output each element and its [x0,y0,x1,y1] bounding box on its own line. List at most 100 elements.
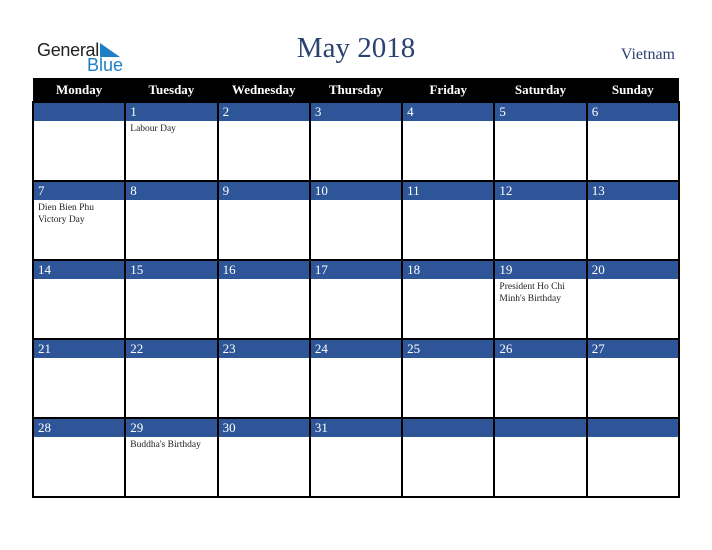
calendar-grid: Monday Tuesday Wednesday Thursday Friday Satu… [31,78,681,498]
holiday-label [495,358,585,362]
day-cell[interactable]: 30 [216,417,311,498]
holiday-label: Labour Day [130,124,176,134]
holiday-label [311,121,401,125]
holiday-label [126,358,216,362]
day-cell[interactable] [31,101,127,182]
day-cell[interactable]: 13 [585,180,681,261]
day-cell[interactable] [401,417,496,498]
day-cell[interactable]: 9 [216,180,311,261]
holiday-label [311,437,401,441]
day-cell[interactable]: 31 [308,417,404,498]
week-row: 28 29 Buddha's Birthday 30 31 [31,417,681,498]
holiday-label [126,279,216,283]
day-cell[interactable]: 23 [216,338,311,419]
day-number: 21 [34,340,125,358]
day-cell[interactable]: 25 [401,338,496,419]
holiday-label [403,200,493,204]
day-cell[interactable]: 27 [585,338,681,419]
day-number: 24 [310,340,402,358]
weekday-header: Saturday [494,78,587,102]
country-label: Vietnam [620,46,675,63]
day-number: 16 [218,261,309,279]
day-cell[interactable]: 19 President Ho Chi Minh's Birthday [493,259,588,340]
holiday-label [34,437,124,441]
holiday-label [126,200,216,204]
week-row: 7 Dien Bien Phu Victory Day 8 9 10 11 12 13 [31,180,681,261]
holiday-label [34,279,124,283]
day-cell[interactable]: 1 Labour Day [124,101,219,182]
day-number: 22 [126,340,217,358]
day-cell[interactable]: 8 [124,180,219,261]
day-number [587,419,678,437]
day-number: 8 [126,182,217,200]
day-cell[interactable]: 16 [216,259,311,340]
day-cell[interactable] [493,417,588,498]
holiday-label [403,279,493,283]
day-cell[interactable]: 28 [31,417,127,498]
day-cell[interactable]: 10 [308,180,404,261]
holiday-label [219,279,309,283]
weekday-header: Monday [33,78,126,102]
day-cell[interactable]: 11 [401,180,496,261]
day-cell[interactable]: 20 [585,259,681,340]
holiday-label: Dien Bien Phu Victory Day [38,203,94,225]
holiday-label [403,358,493,362]
day-number: 17 [310,261,402,279]
holiday-label [588,358,678,362]
day-cell[interactable]: 29 Buddha's Birthday [124,417,219,498]
holiday-label [495,200,585,204]
week-row: 21 22 23 24 25 26 27 [31,338,681,419]
day-number [495,419,586,437]
week-row: 14 15 16 17 18 19 President Ho Chi Minh's Birt… [31,259,681,340]
day-cell[interactable]: 14 [31,259,127,340]
day-cell[interactable] [585,417,681,498]
holiday-label [219,121,309,125]
holiday-label [588,121,678,125]
day-number: 3 [310,103,402,121]
holiday-label [219,200,309,204]
day-cell[interactable]: 22 [124,338,219,419]
day-number: 9 [218,182,309,200]
day-cell[interactable]: 3 [308,101,404,182]
day-cell[interactable]: 21 [31,338,127,419]
holiday-label [403,121,493,125]
week-row: 1 Labour Day 2 3 4 5 6 [31,101,681,182]
day-number: 30 [218,419,309,437]
holiday-label [34,358,124,362]
holiday-label [311,200,401,204]
holiday-label [495,437,585,441]
day-cell[interactable]: 26 [493,338,588,419]
holiday-label [495,121,585,125]
day-number: 13 [587,182,678,200]
day-number [403,419,494,437]
day-cell[interactable]: 5 [493,101,588,182]
day-cell[interactable]: 2 [216,101,311,182]
day-number: 18 [403,261,494,279]
day-number: 1 [126,103,217,121]
day-number: 5 [495,103,586,121]
holiday-label: Buddha's Birthday [130,440,201,450]
day-number: 4 [403,103,494,121]
day-number: 19 [495,261,586,279]
day-cell[interactable]: 12 [493,180,588,261]
day-number: 26 [495,340,586,358]
day-number: 28 [34,419,125,437]
day-number: 23 [218,340,309,358]
day-cell[interactable]: 4 [401,101,496,182]
holiday-label [588,200,678,204]
day-number: 2 [218,103,309,121]
day-cell[interactable]: 18 [401,259,496,340]
holiday-label [403,437,493,441]
day-cell[interactable]: 6 [585,101,681,182]
day-number: 31 [310,419,402,437]
day-cell[interactable]: 15 [124,259,219,340]
day-cell[interactable]: 7 Dien Bien Phu Victory Day [31,180,127,261]
weekday-header: Wednesday [217,78,310,102]
day-cell[interactable]: 24 [308,338,404,419]
day-number: 6 [587,103,678,121]
day-cell[interactable]: 17 [308,259,404,340]
holiday-label [219,358,309,362]
day-number: 15 [126,261,217,279]
day-number: 10 [310,182,402,200]
page-title: May 2018 [296,32,416,64]
